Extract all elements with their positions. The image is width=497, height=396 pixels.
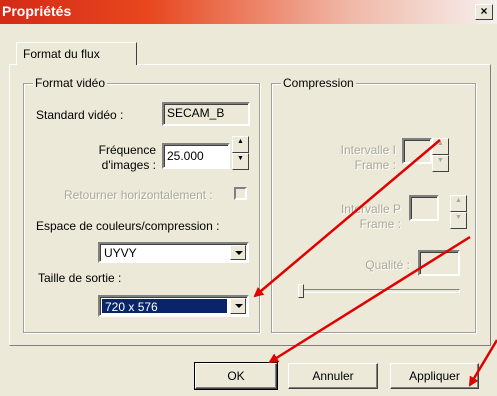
qualite-slider-track[interactable] bbox=[298, 289, 460, 293]
intervalle-i-input[interactable] bbox=[402, 138, 432, 164]
espace-couleurs-value: UYVY bbox=[104, 246, 137, 260]
qualite-slider-thumb[interactable] bbox=[298, 284, 304, 298]
spin-down-icon[interactable]: ▼ bbox=[232, 153, 249, 170]
intervalle-p-spinner[interactable]: ▲ ▼ bbox=[450, 195, 467, 229]
spin-down-icon[interactable]: ▼ bbox=[432, 155, 449, 172]
intervalle-p-label-line2: Frame : bbox=[359, 217, 401, 231]
espace-couleurs-select[interactable]: UYVY bbox=[98, 242, 249, 263]
frequence-spinner[interactable]: ▲ ▼ bbox=[232, 136, 249, 170]
taille-sortie-value: 720 x 576 bbox=[102, 299, 227, 314]
spin-up-icon[interactable]: ▲ bbox=[432, 138, 449, 155]
intervalle-i-spinner[interactable]: ▲ ▼ bbox=[432, 138, 449, 172]
tab-format-du-flux[interactable]: Format du flux bbox=[16, 42, 137, 65]
espace-couleurs-label: Espace de couleurs/compression : bbox=[36, 219, 220, 233]
appliquer-button[interactable]: Appliquer bbox=[390, 363, 479, 389]
standard-video-field: SECAM_B bbox=[162, 102, 250, 126]
spin-up-icon[interactable]: ▲ bbox=[232, 136, 249, 153]
retourner-checkbox[interactable] bbox=[234, 187, 247, 200]
intervalle-p-input[interactable] bbox=[409, 195, 439, 221]
frequence-label-line1: Fréquence bbox=[98, 143, 156, 157]
frequence-label-line2: d'images : bbox=[101, 158, 156, 172]
qualite-label: Qualité : bbox=[365, 258, 410, 272]
chevron-down-icon[interactable] bbox=[230, 298, 246, 314]
intervalle-i-label-line2: Frame : bbox=[354, 158, 396, 172]
standard-video-label: Standard vidéo : bbox=[36, 108, 124, 122]
intervalle-i-label-line1: Intervalle I bbox=[340, 143, 396, 157]
window-title: Propriétés bbox=[2, 3, 72, 19]
title-bar[interactable] bbox=[0, 0, 497, 24]
ok-button[interactable]: OK bbox=[194, 362, 278, 390]
frequence-input[interactable]: 25.000 bbox=[162, 143, 230, 169]
intervalle-p-label-line1: Intervalle P bbox=[340, 202, 401, 216]
spin-down-icon[interactable]: ▼ bbox=[450, 212, 467, 229]
close-button[interactable]: × bbox=[475, 4, 493, 20]
compression-group-label: Compression bbox=[281, 76, 356, 90]
qualite-input[interactable] bbox=[418, 250, 460, 276]
annuler-button[interactable]: Annuler bbox=[288, 363, 378, 389]
taille-sortie-select[interactable]: 720 x 576 bbox=[98, 295, 249, 317]
format-video-group-label: Format vidéo bbox=[33, 76, 108, 90]
chevron-down-icon[interactable] bbox=[230, 245, 246, 260]
retourner-label: Retourner horizontalement : bbox=[64, 188, 213, 202]
spin-up-icon[interactable]: ▲ bbox=[450, 195, 467, 212]
taille-sortie-label: Taille de sortie : bbox=[38, 271, 122, 285]
